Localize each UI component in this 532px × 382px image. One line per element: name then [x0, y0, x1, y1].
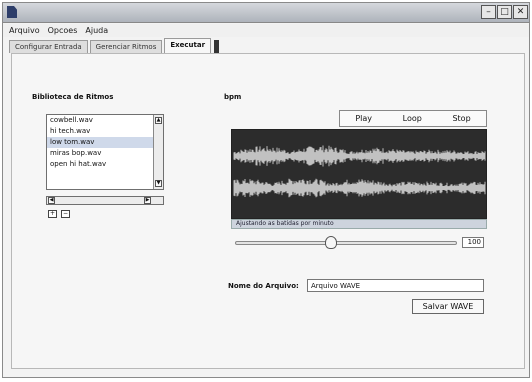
tab-gerenciar-ritmos[interactable]: Gerenciar Ritmos — [89, 40, 163, 53]
tab-configurar-entrada[interactable]: Configurar Entrada — [9, 40, 88, 53]
list-item[interactable]: cowbell.wav — [47, 115, 153, 126]
app-icon — [7, 6, 17, 18]
list-vertical-scrollbar[interactable]: ▲ ▼ — [153, 115, 163, 189]
menu-ajuda[interactable]: Ajuda — [85, 26, 108, 35]
waveform-channel — [233, 178, 486, 198]
tab-executar[interactable]: Executar — [164, 38, 212, 53]
maximize-button[interactable]: □ — [497, 5, 512, 19]
waveform-display — [231, 129, 487, 219]
play-button[interactable]: Play — [355, 114, 372, 123]
tab-scroll-handle[interactable] — [214, 40, 220, 53]
list-item[interactable]: miras bop.wav — [47, 148, 153, 159]
library-title: Biblioteca de Ritmos — [32, 93, 114, 101]
list-horizontal-scrollbar[interactable]: ◀ ▶ — [46, 196, 164, 205]
save-wave-button[interactable]: Salvar WAVE — [412, 299, 484, 314]
filename-input[interactable] — [307, 279, 484, 292]
playback-controls: Play Loop Stop — [339, 110, 487, 127]
loop-button[interactable]: Loop — [403, 114, 422, 123]
tab-bar: Configurar Entrada Gerenciar Ritmos Exec… — [9, 38, 220, 53]
filename-label: Nome do Arquivo: — [228, 282, 299, 290]
bpm-slider-thumb[interactable] — [325, 236, 338, 249]
list-item[interactable]: hi tech.wav — [47, 126, 153, 137]
list-item[interactable]: open hi hat.wav — [47, 159, 153, 170]
waveform-graph — [233, 145, 486, 198]
bpm-value-field[interactable]: 100 — [462, 237, 484, 248]
menu-opcoes[interactable]: Opcoes — [48, 26, 78, 35]
scroll-right-icon[interactable]: ▶ — [144, 197, 151, 204]
menu-bar: Arquivo Opcoes Ajuda — [3, 24, 529, 37]
scroll-up-icon[interactable]: ▲ — [155, 117, 162, 124]
stop-button[interactable]: Stop — [452, 114, 470, 123]
minimize-button[interactable]: – — [481, 5, 496, 19]
waveform-channel — [233, 145, 486, 167]
waveform-status: Ajustando as batidas por minuto — [231, 219, 487, 229]
menu-arquivo[interactable]: Arquivo — [9, 26, 40, 35]
scroll-down-icon[interactable]: ▼ — [155, 180, 162, 187]
list-item[interactable]: low tom.wav — [47, 137, 153, 148]
title-bar[interactable]: – □ ✕ — [3, 3, 529, 23]
scroll-left-icon[interactable]: ◀ — [48, 197, 55, 204]
remove-rhythm-button[interactable]: − — [61, 210, 70, 218]
bpm-title: bpm — [224, 93, 242, 101]
bpm-slider-track[interactable] — [235, 241, 457, 245]
add-rhythm-button[interactable]: + — [48, 210, 57, 218]
close-button[interactable]: ✕ — [513, 5, 528, 19]
rhythm-list[interactable]: cowbell.wav hi tech.wav low tom.wav mira… — [46, 114, 164, 190]
